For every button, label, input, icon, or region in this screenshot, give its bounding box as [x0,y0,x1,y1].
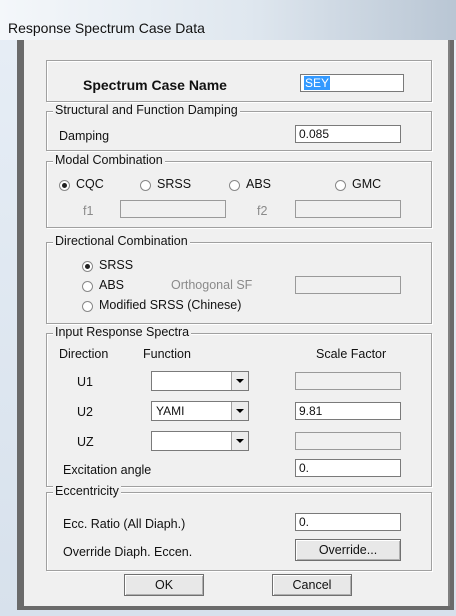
radio-modal-abs-label: ABS [246,177,272,191]
eccentricity-group: Eccentricity Ecc. Ratio (All Diaph.) 0. … [46,484,432,571]
modal-combination-label: Modal Combination [53,153,165,167]
directional-combination-group: Directional Combination SRSS ABS Orthogo… [46,234,432,324]
window-title: Response Spectrum Case Data [8,20,205,36]
radio-modified-srss-label: Modified SRSS (Chinese) [99,298,242,312]
directional-combination-label: Directional Combination [53,234,190,248]
input-response-spectra-label: Input Response Spectra [53,325,192,339]
f1-field[interactable] [120,200,226,218]
scale-factor-column-header: Scale Factor [316,347,387,361]
override-button[interactable]: Override... [295,539,401,561]
f2-field[interactable] [295,200,401,218]
case-name-value: SEY [304,76,331,90]
f2-label: f2 [257,204,268,218]
damping-group-label: Structural and Function Damping [53,103,240,117]
orthogonal-sf-label: Orthogonal SF [171,278,253,292]
direction-u1-label: U1 [77,375,93,389]
modal-combination-group: Modal Combination CQC SRSS ABS GMC f1 f2 [46,153,432,228]
radio-dir-srss-label: SRSS [99,258,134,272]
radio-gmc-label: GMC [352,177,382,191]
scale-u1-field[interactable] [295,372,401,390]
radio-dir-abs[interactable] [82,281,93,292]
ecc-ratio-label: Ecc. Ratio (All Diaph.) [63,517,186,531]
case-name-field[interactable]: SEY [300,74,404,92]
chevron-down-icon[interactable] [231,432,248,450]
radio-modal-abs[interactable] [229,180,240,191]
scale-u2-field[interactable]: 9.81 [295,402,401,420]
input-response-spectra-group: Input Response Spectra Direction Functio… [46,325,432,487]
radio-dir-srss[interactable] [82,261,93,272]
radio-dir-abs-label: ABS [99,278,125,292]
window: Response Spectrum Case Data Spectrum Cas… [0,0,456,616]
radio-cqc-label: CQC [76,177,104,191]
excitation-angle-field[interactable]: 0. [295,459,401,477]
function-u2-select[interactable]: YAMI [151,401,249,421]
orthogonal-sf-field[interactable] [295,276,401,294]
direction-uz-label: UZ [77,435,94,449]
radio-modal-srss-label: SRSS [157,177,192,191]
scale-uz-field[interactable] [295,432,401,450]
excitation-angle-label: Excitation angle [63,463,152,477]
override-diaph-label: Override Diaph. Eccen. [63,545,193,559]
title-bar[interactable]: Response Spectrum Case Data [0,0,456,40]
chevron-down-icon[interactable] [231,402,248,420]
direction-column-header: Direction [59,347,109,361]
cancel-button[interactable]: Cancel [272,574,352,596]
damping-field[interactable]: 0.085 [295,125,401,143]
radio-modal-srss[interactable] [140,180,151,191]
chevron-down-icon[interactable] [231,372,248,390]
function-uz-select[interactable] [151,431,249,451]
dialog-body: Spectrum Case Name SEY Structural and Fu… [24,40,450,606]
radio-cqc[interactable] [59,180,70,191]
damping-label: Damping [59,129,110,143]
eccentricity-label: Eccentricity [53,484,121,498]
function-column-header: Function [143,347,191,361]
radio-modified-srss[interactable] [82,301,93,312]
ok-button[interactable]: OK [124,574,204,596]
ecc-ratio-field[interactable]: 0. [295,513,401,531]
function-u1-select[interactable] [151,371,249,391]
radio-gmc[interactable] [335,180,346,191]
case-name-label: Spectrum Case Name [83,77,227,93]
direction-u2-label: U2 [77,405,93,419]
function-u2-value: YAMI [156,404,185,418]
damping-group: Structural and Function Damping Damping … [46,103,432,151]
case-name-group: Spectrum Case Name SEY [46,60,432,102]
f1-label: f1 [83,204,94,218]
